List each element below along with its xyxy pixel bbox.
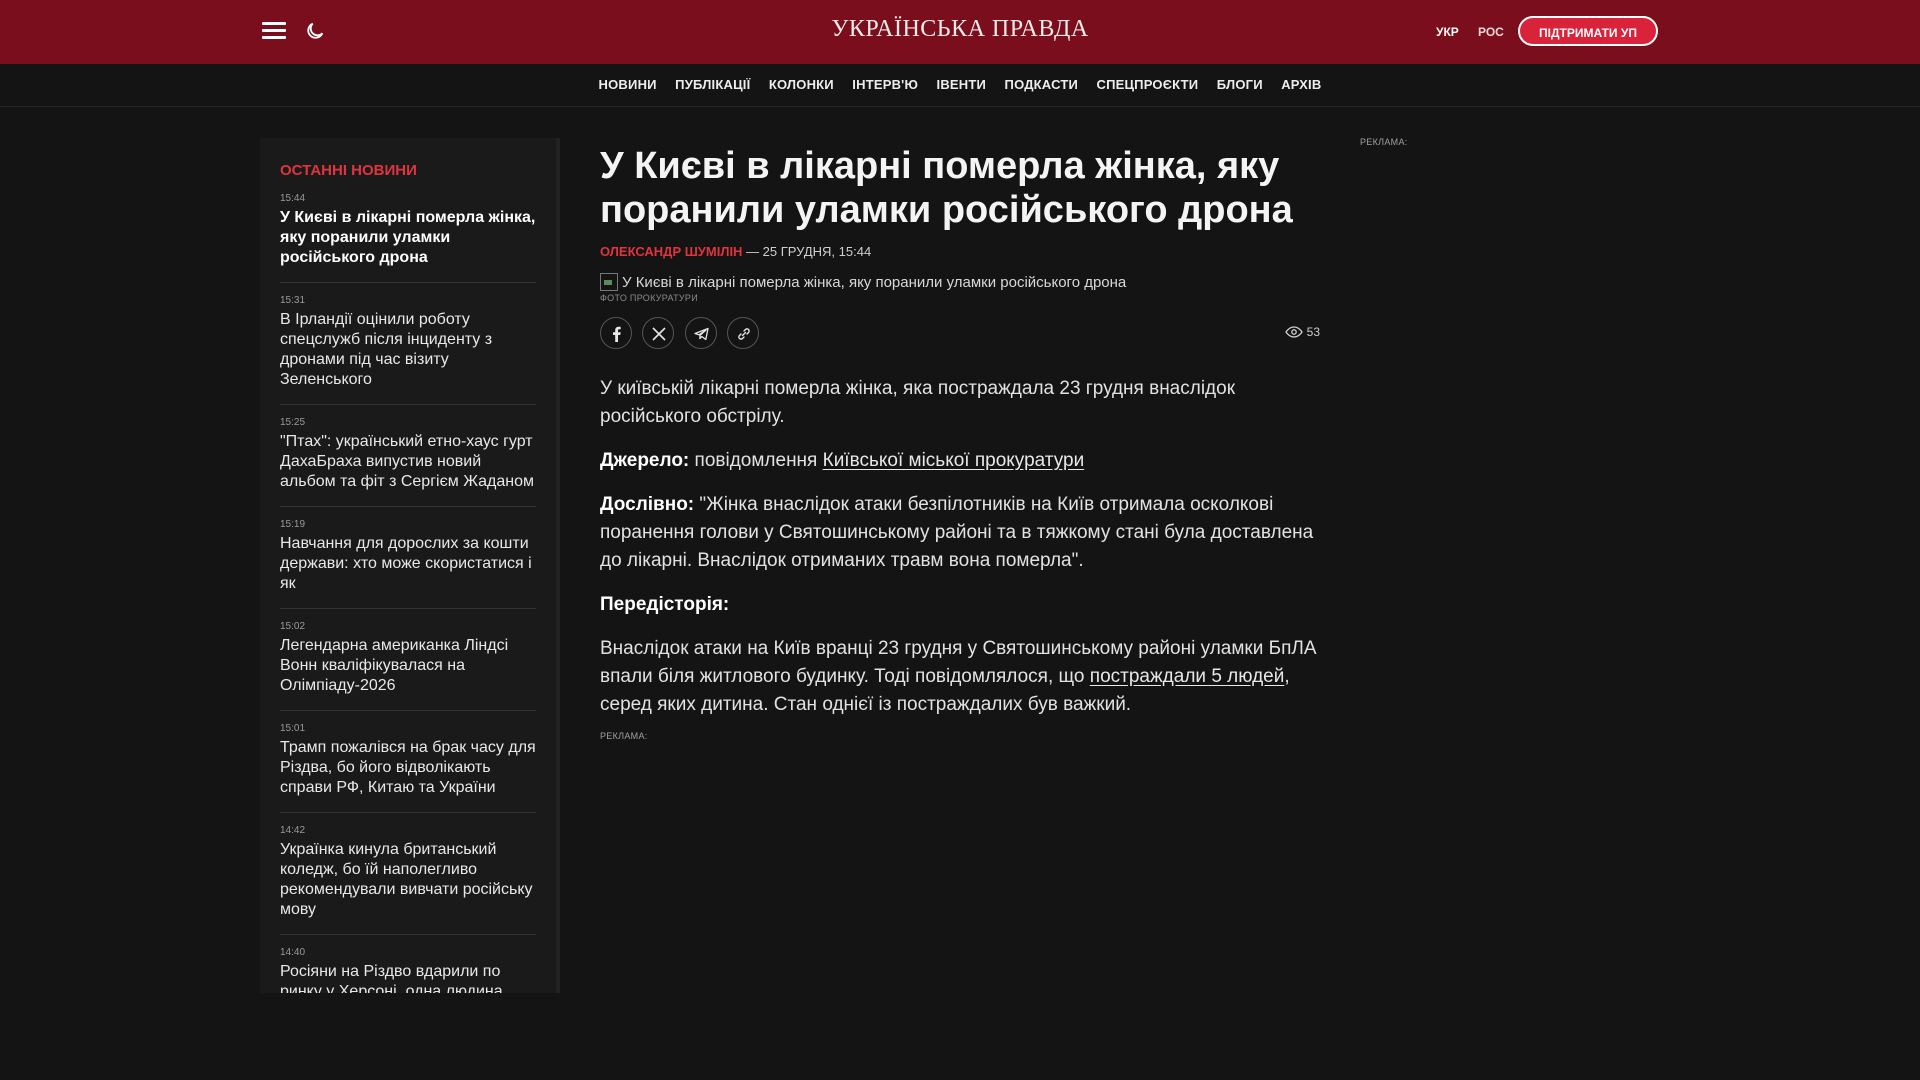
background-label: Передісторія: bbox=[600, 594, 730, 615]
nav-item-interviews[interactable]: ІНТЕРВ'Ю bbox=[852, 64, 918, 106]
news-headline[interactable]: Навчання для дорослих за кошти держави: … bbox=[280, 534, 536, 594]
link-icon bbox=[738, 328, 751, 340]
nav-item-news[interactable]: НОВИНИ bbox=[599, 64, 657, 106]
lang-ros-link[interactable]: РОС bbox=[1478, 25, 1504, 39]
paragraph-background-label: Передісторія: bbox=[600, 591, 1320, 619]
article-image: У Києві в лікарні померла жінка, яку пор… bbox=[600, 273, 1320, 291]
image-alt-text: У Києві в лікарні померла жінка, яку пор… bbox=[622, 273, 1127, 291]
news-headline[interactable]: Українка кинула британський коледж, бо ї… bbox=[280, 840, 536, 920]
nav-item-archive[interactable]: АРХІВ bbox=[1281, 64, 1321, 106]
article-body: У київській лікарні померла жінка, яка п… bbox=[600, 375, 1320, 719]
news-item[interactable]: 15:31 В Ірландії оцінили роботу спецслуж… bbox=[280, 295, 536, 405]
article-date: — 25 ГРУДНЯ, 15:44 bbox=[742, 244, 872, 259]
paragraph-source: Джерело: повідомлення Київської міської … bbox=[600, 447, 1320, 475]
news-item[interactable]: 15:02 Легендарна американка Ліндсі Вонн … bbox=[280, 621, 536, 711]
share-telegram-button[interactable] bbox=[684, 317, 717, 349]
broken-image-icon bbox=[600, 273, 618, 291]
copy-link-button[interactable] bbox=[727, 317, 760, 349]
photo-caption: ФОТО ПРОКУРАТУРИ bbox=[600, 293, 698, 303]
lang-ukr-link[interactable]: УКР bbox=[1436, 25, 1459, 39]
news-time: 15:01 bbox=[280, 723, 306, 734]
news-headline[interactable]: Легендарна американка Ліндсі Вонн кваліф… bbox=[280, 636, 536, 696]
right-ad-label: РЕКЛАМА: bbox=[1360, 137, 1408, 147]
news-headline[interactable]: Трамп пожалівся на брак часу для Різдва,… bbox=[280, 738, 536, 798]
injured-link[interactable]: постраждали 5 людей bbox=[1090, 666, 1285, 687]
source-link[interactable]: Київської міської прокуратури bbox=[823, 450, 1085, 471]
news-headline[interactable]: "Птах": український етно-хаус гурт ДахаБ… bbox=[280, 432, 536, 492]
main-nav: НОВИНИ ПУБЛІКАЦІЇ КОЛОНКИ ІНТЕРВ'Ю ІВЕНТ… bbox=[0, 64, 1920, 107]
news-item[interactable]: 15:44 У Києві в лікарні померла жінка, я… bbox=[280, 193, 536, 283]
news-time: 15:31 bbox=[280, 295, 306, 306]
nav-item-podcasts[interactable]: ПОДКАСТИ bbox=[1005, 64, 1079, 106]
news-time: 14:40 bbox=[280, 947, 306, 958]
eye-icon bbox=[1284, 326, 1303, 338]
nav-item-special-projects[interactable]: СПЕЦПРОЄКТИ bbox=[1096, 64, 1198, 106]
share-row: 53 bbox=[600, 317, 1320, 353]
news-item[interactable]: 14:40 Росіяни на Різдво вдарили по ринку… bbox=[280, 947, 536, 993]
nav-item-columns[interactable]: КОЛОНКИ bbox=[769, 64, 834, 106]
news-time: 15:19 bbox=[280, 519, 306, 530]
news-time: 15:02 bbox=[280, 621, 306, 632]
support-button[interactable]: ПІДТРИМАТИ УП bbox=[1518, 16, 1658, 46]
facebook-icon bbox=[613, 326, 621, 342]
news-item[interactable]: 15:25 "Птах": український етно-хаус гурт… bbox=[280, 417, 536, 507]
nav-item-blogs[interactable]: БЛОГИ bbox=[1217, 64, 1263, 106]
paragraph-quote: Дослівно: "Жінка внаслідок атаки безпіло… bbox=[600, 491, 1320, 575]
ad-label: РЕКЛАМА: bbox=[600, 731, 648, 741]
author-link[interactable]: ОЛЕКСАНДР ШУМІЛІН bbox=[600, 244, 742, 259]
news-item[interactable]: 14:42 Українка кинула британський коледж… bbox=[280, 825, 536, 935]
article-title: У Києві в лікарні померла жінка, яку пор… bbox=[600, 145, 1293, 231]
nav-item-publications[interactable]: ПУБЛІКАЦІЇ bbox=[675, 64, 750, 106]
news-item[interactable]: 15:19 Навчання для дорослих за кошти дер… bbox=[280, 519, 536, 609]
news-headline[interactable]: У Києві в лікарні померла жінка, яку пор… bbox=[280, 208, 536, 268]
article: У Києві в лікарні померла жінка, яку пор… bbox=[600, 144, 1320, 741]
quote-label: Дослівно: bbox=[600, 494, 695, 515]
news-headline[interactable]: В Ірландії оцінили роботу спецслужб післ… bbox=[280, 310, 536, 390]
news-item[interactable]: 15:01 Трамп пожалівся на брак часу для Р… bbox=[280, 723, 536, 813]
sidebar-title: ОСТАННІ НОВИНИ bbox=[280, 162, 417, 179]
nav-item-events[interactable]: ІВЕНТИ bbox=[937, 64, 987, 106]
share-facebook-button[interactable] bbox=[600, 317, 632, 349]
source-label: Джерело: bbox=[600, 450, 690, 471]
byline: ОЛЕКСАНДР ШУМІЛІН — 25 ГРУДНЯ, 15:44 bbox=[600, 244, 1320, 259]
view-count-value: 53 bbox=[1306, 325, 1320, 339]
telegram-icon bbox=[694, 327, 709, 341]
quote-text: "Жінка внаслідок атаки безпілотників на … bbox=[600, 494, 1314, 571]
paragraph-background: Внаслідок атаки на Київ вранці 23 грудня… bbox=[600, 635, 1320, 719]
news-headline[interactable]: Росіяни на Різдво вдарили по ринку у Хер… bbox=[280, 962, 536, 993]
view-count: 53 bbox=[1284, 325, 1320, 339]
x-icon bbox=[652, 327, 667, 341]
top-bar: УКРАЇНСЬКА ПРАВДА УКР РОС ПІДТРИМАТИ УП bbox=[0, 0, 1920, 64]
news-time: 15:25 bbox=[280, 417, 306, 428]
news-time: 15:44 bbox=[280, 193, 306, 204]
latest-news-sidebar: ОСТАННІ НОВИНИ 15:44 У Києві в лікарні п… bbox=[260, 138, 560, 993]
source-text: повідомлення bbox=[689, 450, 823, 471]
share-x-button[interactable] bbox=[642, 317, 675, 349]
paragraph-lead: У київській лікарні померла жінка, яка п… bbox=[600, 378, 1236, 427]
news-time: 14:42 bbox=[280, 825, 306, 836]
